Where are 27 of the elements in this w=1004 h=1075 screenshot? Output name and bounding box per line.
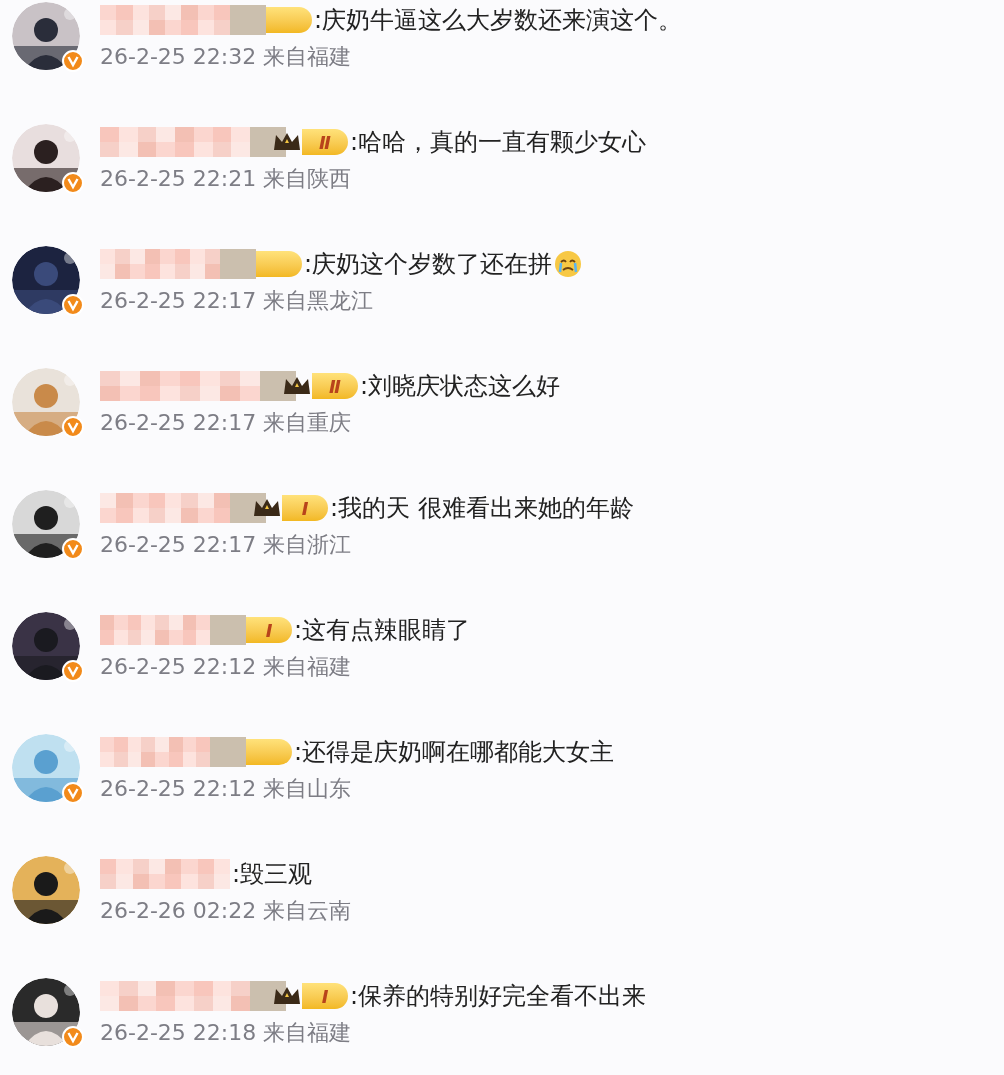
comment-text: :庆奶这个岁数了还在拼: [304, 249, 553, 280]
level-badge: I: [246, 617, 292, 643]
comment-meta: 26-2-25 22:17 来自重庆: [100, 409, 353, 437]
comment-text: :还得是庆奶啊在哪都能大女主: [294, 737, 615, 768]
comment-text: :保养的特别好完全看不出来: [350, 981, 647, 1012]
blurred-block: [230, 5, 266, 35]
comment-text: :这有点辣眼睛了: [294, 615, 471, 646]
level-badge: Ⅱ: [302, 129, 348, 155]
level-badge: I: [282, 495, 328, 521]
comment-meta: 26-2-25 22:12 来自福建: [100, 653, 353, 681]
blurred-block: [210, 737, 246, 767]
comment-meta: 26-2-25 22:17 来自浙江: [100, 531, 353, 559]
comment-meta: 26-2-25 22:17 来自黑龙江: [100, 287, 375, 315]
comment-meta: 26-2-25 22:21 来自陕西: [100, 165, 353, 193]
blurred-block: [220, 249, 256, 279]
comment-text: :我的天 很难看出来她的年龄: [330, 493, 634, 524]
comment-text: :刘晓庆状态这么好: [360, 371, 561, 402]
comment-meta: 26-2-25 22:18 来自福建: [100, 1019, 353, 1047]
comment-text: :毁三观: [232, 859, 313, 890]
level-badge: Ⅱ: [312, 373, 358, 399]
comment-meta: 26-2-26 02:22 来自云南: [100, 897, 352, 925]
level-badge: I: [302, 983, 348, 1009]
comment-text: :庆奶牛逼这么大岁数还来演这个。: [314, 5, 683, 36]
comment-meta: 26-2-25 22:32 来自福建: [100, 43, 353, 71]
blurred-block: [210, 615, 246, 645]
comment-meta: 26-2-25 22:12 来自山东: [100, 775, 353, 803]
comment-text: :哈哈，真的一直有颗少女心: [350, 127, 647, 158]
